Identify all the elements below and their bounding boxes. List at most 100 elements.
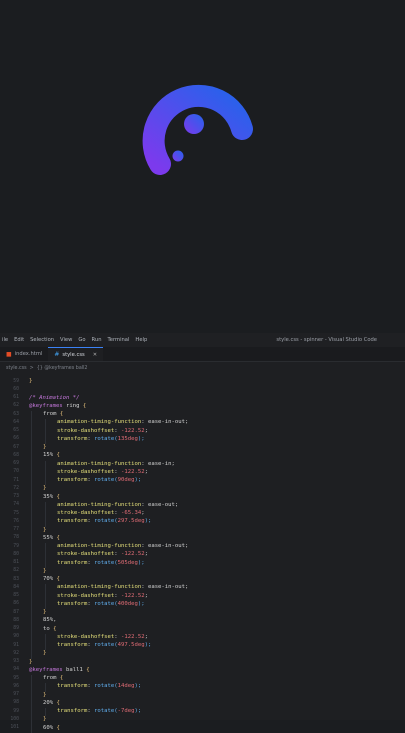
- indent-guide: [45, 600, 46, 609]
- code-token: 90deg: [117, 477, 135, 483]
- code-token: :: [141, 419, 148, 426]
- code-token: -122.52: [121, 551, 145, 558]
- breadcrumb-file[interactable]: style.css: [6, 366, 27, 371]
- code-line: 35% {: [43, 494, 60, 500]
- indent-guide: [45, 683, 46, 692]
- code-token: :: [114, 427, 122, 434]
- indent-guide: [31, 567, 32, 576]
- indent-guide: [45, 708, 46, 717]
- code-token: 60%: [43, 724, 54, 731]
- tab-label: style.css: [62, 351, 85, 358]
- code-line: animation-timing-function: ease-in-out;: [57, 543, 188, 549]
- code-token: :: [114, 510, 122, 516]
- indent-guide: [31, 460, 32, 469]
- line-number: 74: [13, 502, 19, 508]
- code-token: stroke-dashoffset: [57, 427, 115, 434]
- chevron-right-icon: >: [29, 365, 34, 371]
- code-token: stroke-dashoffset: [57, 592, 115, 599]
- code-token: }: [43, 691, 47, 698]
- menu-terminal[interactable]: Terminal: [108, 337, 130, 343]
- indent-guide: [31, 518, 32, 527]
- breadcrumb: style.css > {} @keyframes ball2: [0, 362, 405, 374]
- menu-run[interactable]: Run: [92, 337, 102, 343]
- code-token: }: [43, 609, 47, 615]
- line-number: 84: [13, 584, 19, 590]
- code-token: rotate(: [94, 559, 118, 566]
- code-token: from: [43, 411, 57, 417]
- code-token: rotate(: [94, 642, 118, 648]
- menu-view[interactable]: View: [60, 337, 72, 343]
- indent-guide: [31, 633, 32, 642]
- code-token: :: [141, 501, 148, 508]
- code-token: ;: [141, 510, 145, 516]
- indent-guide: [45, 518, 46, 527]
- breadcrumb-symbol[interactable]: {} @keyframes ball2: [37, 366, 88, 371]
- menu-file[interactable]: ile: [2, 337, 8, 343]
- code-line: stroke-dashoffset: -122.52;: [57, 634, 148, 640]
- code-token: {: [53, 576, 60, 582]
- line-number: 67: [13, 444, 19, 450]
- indent-guide: [31, 600, 32, 609]
- line-number: 89: [13, 626, 19, 631]
- indent-guide: [31, 510, 32, 519]
- code-token: from: [43, 675, 57, 681]
- line-number: 88: [13, 617, 19, 623]
- code-token: to: [43, 625, 50, 632]
- code-token: ease-in-out: [147, 584, 185, 591]
- code-token: 505deg: [117, 559, 138, 566]
- tab-index-html[interactable]: ■ index.html: [0, 347, 48, 361]
- code-line: transform: rotate(-7deg);: [57, 708, 141, 714]
- indent-guide: [31, 444, 32, 453]
- code-token: ease-in-out: [147, 543, 185, 549]
- code-token: ;: [171, 460, 175, 467]
- code-token: );: [144, 518, 152, 525]
- indent-guide: [31, 609, 32, 618]
- code-token: transform: [57, 477, 88, 483]
- menu-go[interactable]: Go: [78, 337, 85, 343]
- code-line: 70% {: [43, 576, 60, 582]
- indent-guide: [31, 485, 32, 494]
- code-line: stroke-dashoffset: -65.34;: [57, 510, 145, 516]
- code-line: transform: rotate(14deg);: [57, 683, 141, 689]
- indent-guide: [31, 493, 32, 502]
- code-token: 497.5deg: [117, 642, 145, 648]
- indent-guide: [45, 543, 46, 552]
- code-token: ;: [144, 427, 148, 434]
- code-token: {: [82, 666, 90, 673]
- indent-guide: [45, 592, 46, 601]
- code-line: }: [43, 485, 46, 491]
- code-line: animation-timing-function: ease-in-out;: [57, 419, 188, 425]
- code-token: {: [53, 699, 60, 706]
- code-token: rotate(: [94, 435, 118, 442]
- menu-help[interactable]: Help: [135, 337, 147, 343]
- code-token: transform: [57, 708, 88, 714]
- close-icon[interactable]: ✕: [93, 352, 97, 358]
- indent-guide: [31, 526, 32, 535]
- menu-selection[interactable]: Selection: [30, 337, 54, 343]
- indent-guide: [45, 584, 46, 593]
- line-number: 96: [13, 683, 19, 689]
- code-line: }: [29, 378, 32, 384]
- code-token: {: [56, 411, 64, 417]
- line-number: 70: [13, 469, 19, 475]
- line-number: 63: [13, 411, 19, 417]
- code-token: ease-in: [147, 460, 172, 467]
- tab-style-css[interactable]: # style.css ✕: [48, 347, 104, 361]
- indent-guide: [45, 468, 46, 477]
- indent-guide: [31, 617, 32, 626]
- line-number: 73: [13, 494, 19, 499]
- code-token: 55%: [43, 534, 54, 541]
- code-line: }: [29, 659, 32, 665]
- code-line: }: [43, 609, 46, 615]
- line-number: 81: [13, 560, 19, 565]
- menu-edit[interactable]: Edit: [14, 337, 24, 343]
- code-token: );: [134, 683, 142, 690]
- code-token: );: [137, 600, 145, 607]
- code-token: 400deg: [117, 600, 138, 607]
- indent-guide: [31, 501, 32, 510]
- indent-guide: [45, 419, 46, 428]
- code-token: :: [114, 468, 122, 475]
- code-token: stroke-dashoffset: [57, 633, 115, 640]
- line-number: 99: [13, 708, 19, 714]
- line-number: 90: [13, 634, 19, 640]
